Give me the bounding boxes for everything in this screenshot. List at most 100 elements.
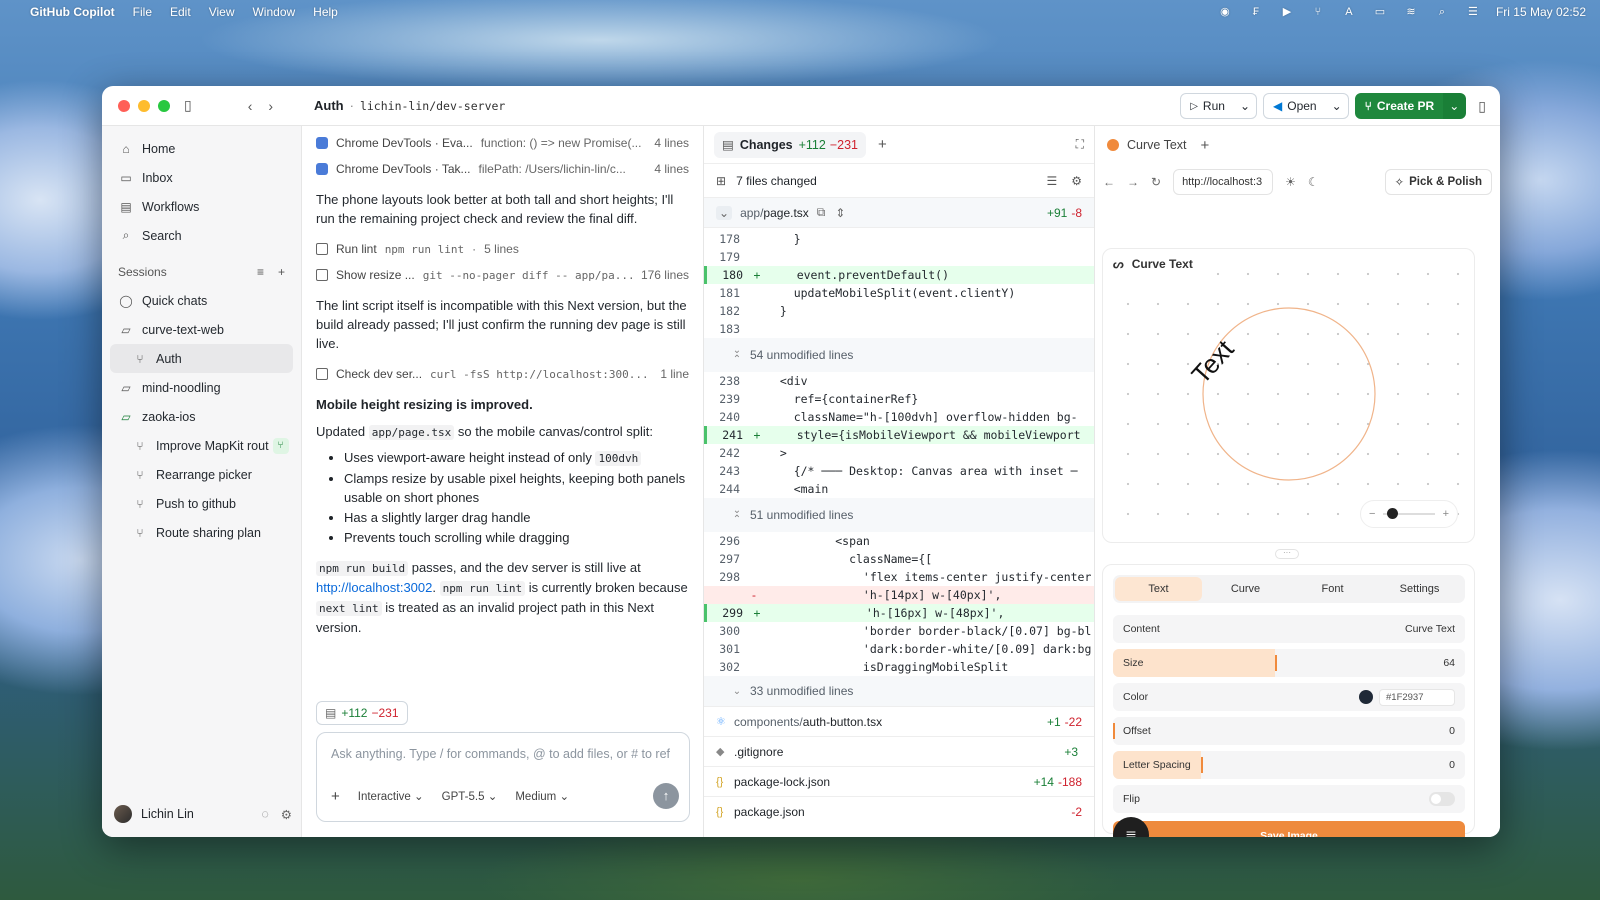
tool-call-devtools-screenshot[interactable]: Chrome DevTools · Tak... filePath: /Users… [302, 156, 703, 182]
preview-canvas[interactable]: ᔕ Curve Text Text − + [1102, 248, 1475, 543]
localhost-link[interactable]: http://localhost:3002 [316, 580, 432, 595]
size-slider[interactable]: Size 64 [1113, 649, 1465, 677]
file-tree-icon[interactable]: ⊞ [716, 174, 726, 188]
menu-help[interactable]: Help [313, 5, 338, 19]
zoom-slider[interactable]: − + [1360, 500, 1458, 528]
fork-status-icon[interactable]: ⑂ [1310, 6, 1326, 19]
changed-file-row[interactable]: {} package.json -2 [704, 796, 1094, 826]
session-quick-chats[interactable]: ◯ Quick chats [102, 286, 301, 315]
send-button[interactable]: ↑ [653, 783, 679, 809]
dark-mode-icon[interactable]: ☾ [1308, 175, 1319, 189]
tab-text[interactable]: Text [1115, 577, 1202, 601]
offset-slider[interactable]: Offset 0 [1113, 717, 1465, 745]
session-curve-text-web[interactable]: ▱ curve-text-web [102, 315, 301, 344]
file-header-page-tsx[interactable]: ⌄ app/page.tsx ⧉ ⇕ +91 -8 [704, 198, 1094, 228]
sidebar-item-home[interactable]: ⌂ Home [102, 134, 301, 163]
sidebar-item-inbox[interactable]: ▭ Inbox [102, 163, 301, 192]
color-field[interactable]: Color #1F2937 [1113, 683, 1465, 711]
close-window-button[interactable] [118, 99, 130, 112]
chevron-down-icon[interactable]: ⌄ [716, 205, 733, 220]
copilot-status-icon[interactable]: ◉ [1217, 6, 1233, 19]
gear-icon[interactable]: ⚙ [1071, 174, 1082, 188]
forward-icon[interactable]: → [1127, 175, 1139, 189]
save-image-button[interactable]: Save Image [1113, 821, 1465, 837]
diff-summary-chip[interactable]: ▤ +112 −231 [316, 701, 408, 725]
run-dropdown-button[interactable]: ⌄ [1233, 93, 1257, 119]
avatar[interactable] [114, 805, 132, 823]
create-pr-dropdown-button[interactable]: ⌄ [1443, 93, 1467, 119]
size-slider-handle[interactable] [1275, 655, 1277, 671]
minimize-window-button[interactable] [138, 99, 150, 112]
zoom-in-icon[interactable]: + [1443, 508, 1449, 520]
changed-file-row[interactable]: ⚛ components/auth-button.tsx +1 -22 [704, 706, 1094, 736]
menu-clock[interactable]: Fri 15 May 02:52 [1496, 5, 1586, 19]
session-zaoka-ios[interactable]: ▱ zaoka-ios [102, 402, 301, 431]
copy-icon[interactable]: ⧉ [817, 205, 826, 220]
tool-call-show-diff[interactable]: Show resize ... git --no-pager diff -- ap… [302, 262, 703, 288]
menu-file[interactable]: File [133, 5, 152, 19]
menu-view[interactable]: View [209, 5, 235, 19]
letter-spacing-slider[interactable]: Letter Spacing 0 [1113, 751, 1465, 779]
content-value[interactable]: Curve Text [1405, 623, 1455, 635]
unmodified-lines-expander[interactable]: ⌄ ⌃ 51 unmodified lines [704, 498, 1094, 532]
resize-handle[interactable]: ··· [1275, 549, 1299, 559]
open-dropdown-button[interactable]: ⌄ [1325, 93, 1349, 119]
collapse-all-icon[interactable]: ☰ [1046, 174, 1057, 188]
input-source-icon[interactable]: A [1341, 6, 1357, 19]
tool-call-devtools-evaluate[interactable]: Chrome DevTools · Eva... function: () => … [302, 130, 703, 156]
user-profile[interactable]: Lichin Lin ◌ ⚙ [112, 801, 292, 827]
zoom-out-icon[interactable]: − [1369, 508, 1375, 520]
wifi-icon[interactable]: ≋ [1403, 6, 1419, 19]
tab-font[interactable]: Font [1289, 577, 1376, 601]
add-tab-icon[interactable]: + [1201, 137, 1210, 154]
light-mode-icon[interactable]: ☀ [1285, 175, 1296, 189]
forward-icon[interactable]: › [268, 98, 273, 114]
flip-toggle[interactable] [1429, 792, 1455, 806]
session-improve-mapkit[interactable]: ⑂ Improve MapKit rout ⑂ [102, 431, 301, 460]
menu-edit[interactable]: Edit [170, 5, 191, 19]
content-field[interactable]: Content Curve Text [1113, 615, 1465, 643]
offset-slider-handle[interactable] [1113, 723, 1115, 739]
play-status-icon[interactable]: ▶ [1279, 6, 1295, 19]
tab-changes[interactable]: ▤ Changes +112 −231 [714, 131, 866, 158]
create-pr-button[interactable]: ⑂ Create PR [1354, 93, 1445, 119]
letter-spacing-handle[interactable] [1201, 757, 1203, 773]
mode-selector[interactable]: Interactive ⌄ [358, 789, 424, 803]
session-mind-noodling[interactable]: ▱ mind-noodling [102, 373, 301, 402]
reload-icon[interactable]: ↻ [1151, 175, 1161, 189]
model-selector[interactable]: GPT-5.5 ⌄ [442, 789, 498, 803]
session-rearrange-picker[interactable]: ⑂ Rearrange picker [102, 460, 301, 489]
filter-icon[interactable]: ≡ [257, 265, 264, 279]
pick-and-polish-button[interactable]: ✧ Pick & Polish [1384, 169, 1492, 195]
unmodified-lines-expander[interactable]: ⌄ 33 unmodified lines [704, 676, 1094, 706]
add-attachment-icon[interactable]: + [331, 788, 340, 805]
changed-file-row[interactable]: {} package-lock.json +14 -188 [704, 766, 1094, 796]
tool-call-run-lint[interactable]: Run lint npm run lint · 5 lines [302, 236, 703, 262]
new-session-icon[interactable]: + [278, 265, 285, 279]
color-swatch[interactable] [1359, 690, 1373, 704]
session-auth[interactable]: ⑂ Auth [110, 344, 293, 373]
curved-text[interactable]: Text [1185, 333, 1240, 389]
back-icon[interactable]: ← [1103, 175, 1115, 189]
panel-toggle-icon[interactable]: ▯ [1478, 98, 1486, 115]
effort-selector[interactable]: Medium ⌄ [515, 789, 569, 803]
tool-call-check-dev-server[interactable]: Check dev ser... curl -fsS http://localho… [302, 361, 703, 387]
sidebar-toggle-icon[interactable]: ▯ [184, 97, 192, 114]
fullscreen-icon[interactable]: ⛶ [1076, 137, 1084, 152]
menu-app-name[interactable]: GitHub Copilot [30, 5, 115, 19]
session-push-to-github[interactable]: ⑂ Push to github [102, 489, 301, 518]
session-route-sharing-plan[interactable]: ⑂ Route sharing plan [102, 518, 301, 547]
repo-branch[interactable]: lichin-lin/dev-server [360, 99, 505, 113]
tab-settings[interactable]: Settings [1376, 577, 1463, 601]
zoom-knob[interactable] [1387, 508, 1399, 519]
expand-icon[interactable]: ⇕ [835, 206, 845, 220]
control-center-icon[interactable]: ☰ [1465, 6, 1481, 19]
open-button[interactable]: ◀ Open [1263, 93, 1327, 119]
gear-icon[interactable]: ⚙ [281, 807, 292, 822]
url-field[interactable]: http://localhost:3 [1173, 169, 1274, 195]
zoom-window-button[interactable] [158, 99, 170, 112]
changed-file-row[interactable]: ◆ .gitignore +3 [704, 736, 1094, 766]
color-hex-input[interactable]: #1F2937 [1379, 688, 1455, 706]
spotlight-search-icon[interactable]: ⌕ [1434, 6, 1450, 19]
run-button[interactable]: ▷ Run [1180, 93, 1235, 119]
